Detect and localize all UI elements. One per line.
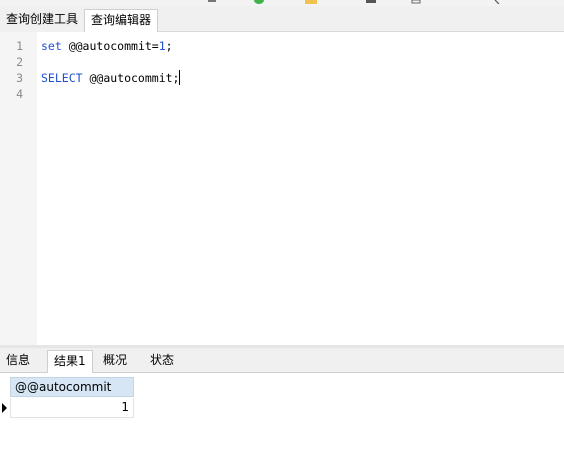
toolbar-icon-partial[interactable]	[206, 0, 218, 4]
sql-keyword: SELECT	[41, 71, 83, 85]
tab-profile[interactable]: 概况	[97, 350, 133, 373]
text-caret	[179, 70, 181, 85]
line-number: 1	[16, 39, 23, 53]
result-tabs: 信息 结果1 概况 状态	[0, 348, 564, 374]
tab-query-editor[interactable]: 查询编辑器	[84, 9, 159, 33]
line-number: 4	[16, 87, 23, 101]
search-icon[interactable]	[492, 0, 504, 4]
folder-yellow-icon[interactable]	[304, 0, 318, 4]
line-number-gutter: 1 2 3 4	[0, 32, 37, 345]
document-icon[interactable]	[410, 0, 422, 4]
tab-status[interactable]: 状态	[144, 350, 180, 373]
code-text: @@autocommit=	[61, 39, 159, 53]
column-header[interactable]: @@autocommit	[10, 377, 134, 397]
tab-query-builder[interactable]: 查询创建工具	[0, 9, 85, 32]
sql-keyword: set	[41, 39, 62, 53]
code-text: ;	[165, 39, 173, 53]
tab-info[interactable]: 信息	[0, 350, 36, 373]
code-text: @@autocommit;	[82, 71, 180, 85]
save-icon[interactable]	[365, 0, 377, 4]
line-number: 3	[16, 71, 23, 85]
code-line-3[interactable]: SELECT @@autocommit;	[41, 70, 181, 86]
number-literal: 1	[158, 39, 166, 53]
code-line-1[interactable]: set @@autocommit=1;	[41, 38, 173, 54]
run-green-icon[interactable]	[252, 0, 266, 4]
sql-editor[interactable]: 1 2 3 4 set @@autocommit=1; SELECT @@aut…	[0, 32, 564, 345]
current-row-arrow-icon	[2, 403, 7, 413]
result-grid: @@autocommit 1	[0, 373, 564, 450]
tab-result-1[interactable]: 结果1	[47, 350, 93, 374]
line-number: 2	[16, 55, 23, 69]
table-cell[interactable]: 1	[10, 398, 134, 418]
query-tabs: 查询创建工具 查询编辑器	[0, 6, 564, 33]
